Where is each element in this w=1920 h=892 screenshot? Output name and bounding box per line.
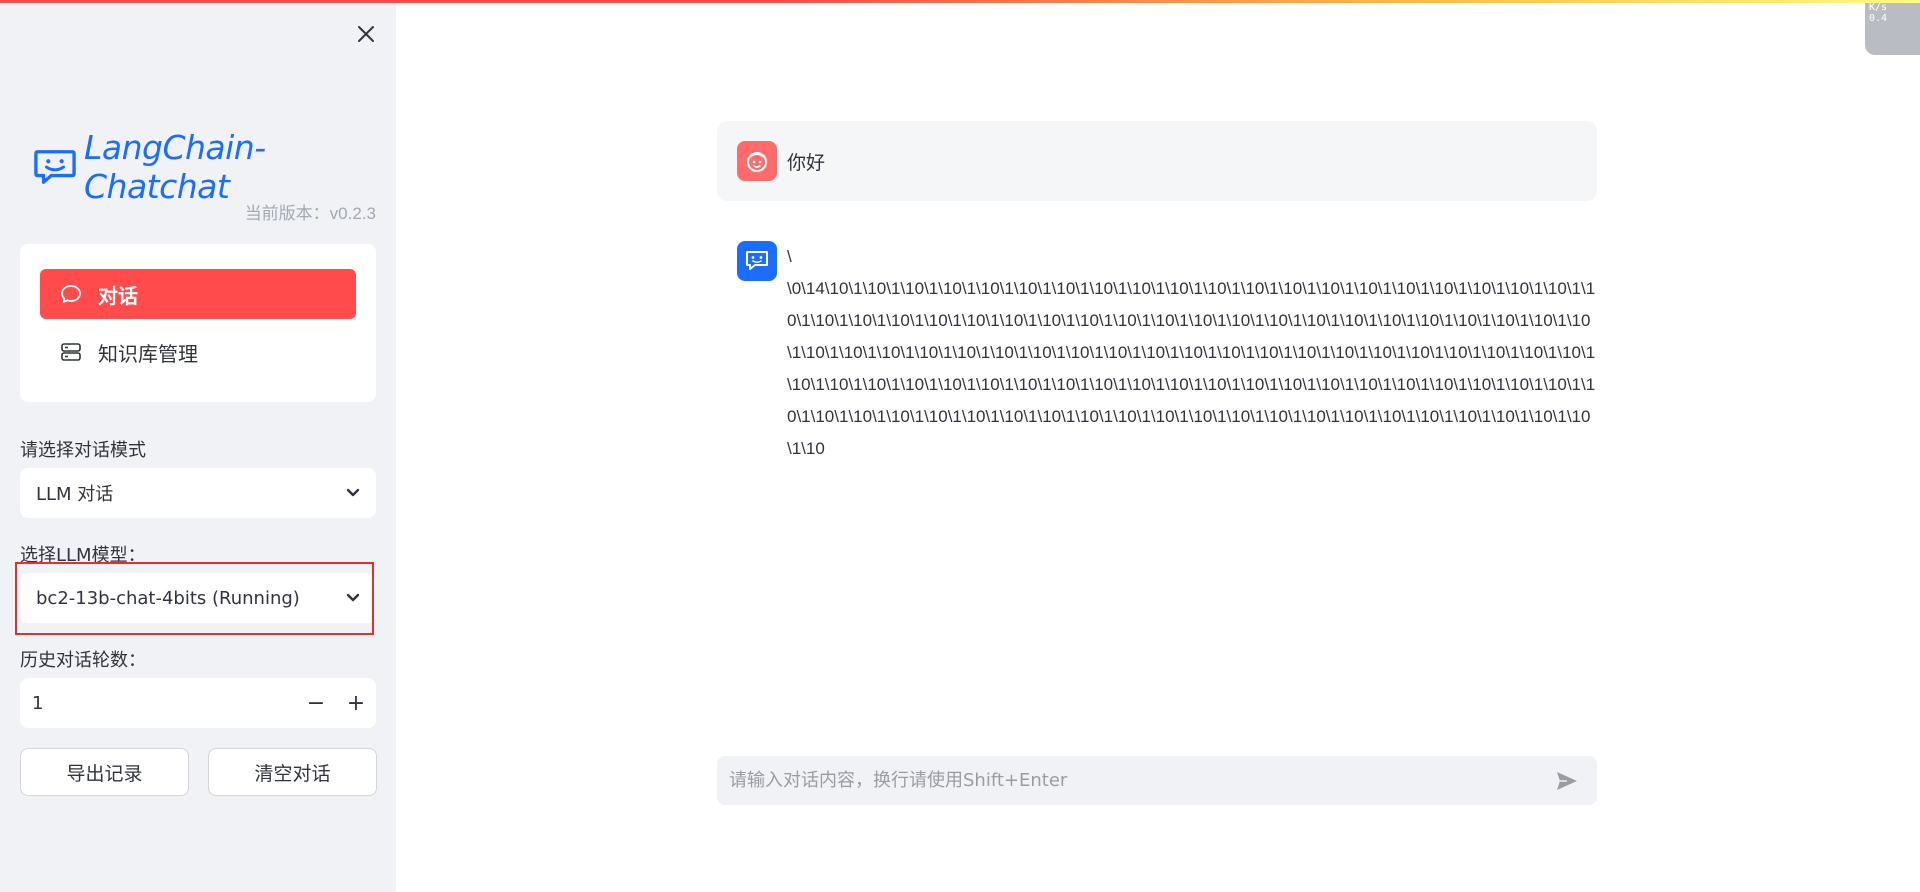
nav-item-label: 知识库管理 bbox=[98, 341, 198, 366]
user-avatar bbox=[737, 141, 777, 181]
mode-select-value: LLM 对话 bbox=[36, 484, 114, 505]
export-records-button[interactable]: 导出记录 bbox=[20, 748, 189, 796]
nav-item-label: 对话 bbox=[98, 283, 138, 308]
history-label: 历史对话轮数： bbox=[20, 650, 146, 671]
close-icon bbox=[358, 26, 374, 42]
net-value: 0.4 bbox=[1869, 13, 1888, 24]
model-label: 选择LLM模型： bbox=[20, 545, 146, 566]
mode-label: 请选择对话模式 bbox=[20, 440, 146, 461]
send-button[interactable] bbox=[1549, 763, 1585, 799]
clear-chat-button[interactable]: 清空对话 bbox=[208, 748, 377, 796]
model-select[interactable]: bc2-13b-chat-4bits (Running) bbox=[20, 573, 376, 623]
chat-input-bar bbox=[717, 756, 1597, 805]
chevron-down-icon bbox=[346, 593, 360, 602]
nav-item-knowledge-base[interactable]: 知识库管理 bbox=[40, 327, 356, 377]
app-logo: LangChain-Chatchat bbox=[34, 128, 396, 206]
increment-button[interactable]: + bbox=[336, 678, 376, 728]
top-decoration-bar bbox=[0, 0, 1920, 3]
user-face-icon bbox=[747, 152, 767, 172]
nav-item-chat[interactable]: 对话 bbox=[40, 269, 356, 319]
mode-select[interactable]: LLM 对话 bbox=[20, 468, 376, 518]
sidebar: LangChain-Chatchat 当前版本：v0.2.3 对话 知识库管理 bbox=[0, 0, 396, 892]
chat-bubble-icon bbox=[60, 283, 82, 305]
assistant-message-text: \ \0\14\10\1\10\1\10\1\10\1\10\1\10\1\10… bbox=[787, 247, 1596, 458]
model-select-value: bc2-13b-chat-4bits (Running) bbox=[36, 587, 300, 609]
database-icon bbox=[60, 341, 82, 363]
close-sidebar-button[interactable] bbox=[352, 20, 380, 48]
net-unit: K/s bbox=[1869, 2, 1888, 13]
chevron-down-icon bbox=[346, 488, 360, 497]
bot-chat-icon bbox=[746, 251, 768, 270]
send-icon bbox=[1557, 771, 1577, 790]
decrement-button[interactable]: − bbox=[296, 678, 336, 728]
user-message-text: 你好 bbox=[787, 151, 826, 174]
history-stepper-input[interactable]: 1 bbox=[20, 693, 296, 714]
assistant-avatar bbox=[737, 241, 777, 281]
logo-chat-icon bbox=[34, 150, 76, 184]
user-message: 你好 bbox=[717, 121, 1597, 201]
chat-input[interactable] bbox=[729, 770, 1549, 791]
nav-menu: 对话 知识库管理 bbox=[20, 244, 376, 402]
history-stepper: 1 − + bbox=[20, 678, 376, 728]
version-label: 当前版本：v0.2.3 bbox=[244, 204, 376, 223]
assistant-message: \ \0\14\10\1\10\1\10\1\10\1\10\1\10\1\10… bbox=[737, 241, 1597, 465]
app-title: LangChain-Chatchat bbox=[83, 128, 266, 206]
network-speed-widget[interactable]: K/s 0.4 bbox=[1865, 0, 1920, 55]
